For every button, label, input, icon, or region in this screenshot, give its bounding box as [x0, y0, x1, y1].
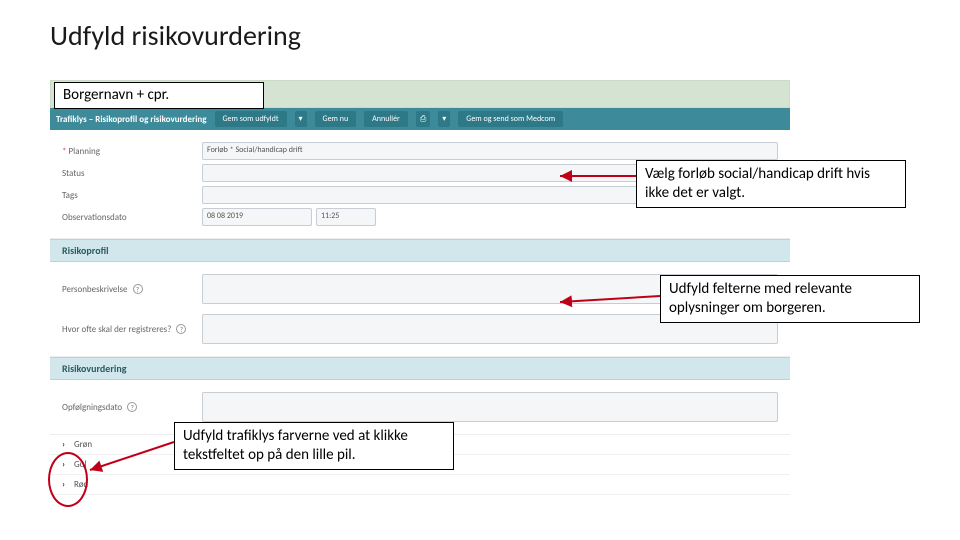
- toolbar-print-button[interactable]: ⎙: [416, 111, 430, 127]
- field-obs-time[interactable]: 11:25: [316, 208, 376, 226]
- label-status: Status: [62, 168, 202, 179]
- toolbar-annuller-button[interactable]: Annullér: [364, 111, 408, 127]
- callout-trafiklys: Udfyld trafiklys farverne ved at klikke …: [174, 422, 454, 470]
- field-opfolgning[interactable]: [202, 392, 778, 422]
- toolbar-dropdown-button[interactable]: ▾: [438, 111, 450, 127]
- section-risikoprofil: Risikoprofil: [50, 239, 790, 262]
- chevron-right-icon: ›: [62, 439, 74, 450]
- toolbar-medcom-button[interactable]: Gem og send som Medcom: [458, 111, 563, 127]
- callout-borgernavn: Borgernavn + cpr.: [54, 82, 264, 109]
- label-personbeskrivelse: Personbeskrivelse ?: [62, 284, 202, 295]
- field-obs-date[interactable]: 08 08 2019: [202, 208, 312, 226]
- help-icon[interactable]: ?: [133, 284, 143, 294]
- label-planning: *Planning: [62, 146, 202, 157]
- toolbar-submit-button[interactable]: Gem som udfyldt: [215, 111, 287, 127]
- chevron-right-icon: ›: [62, 479, 74, 490]
- label-opfolgning: Opfølgningsdato ?: [62, 402, 202, 413]
- expander-rod-label: Rød: [74, 479, 88, 490]
- label-hvorofte: Hvor ofte skal der registreres? ?: [62, 324, 202, 335]
- page-title: Udfyld risikovurdering: [0, 0, 960, 65]
- toolbar-title: Trafiklys – Risikoprofil og risikovurder…: [56, 114, 207, 125]
- help-icon[interactable]: ?: [127, 402, 137, 412]
- field-planning[interactable]: Forløb * Social/handicap drift: [202, 142, 778, 160]
- callout-felter: Udfyld felterne med relevante oplysninge…: [660, 275, 920, 323]
- expander-gul-label: Gul: [74, 459, 86, 470]
- chevron-right-icon: ›: [62, 459, 74, 470]
- toolbar-gem-button[interactable]: Gem nu: [315, 111, 357, 127]
- expander-rod[interactable]: › Rød: [50, 475, 790, 495]
- callout-forlob: Vælg forløb social/handicap drift hvis i…: [636, 160, 906, 208]
- label-obs: Observationsdato: [62, 212, 202, 223]
- toolbar: Trafiklys – Risikoprofil og risikovurder…: [50, 108, 790, 130]
- toolbar-submit-dropdown[interactable]: ▾: [295, 111, 307, 127]
- label-tags: Tags: [62, 190, 202, 201]
- expander-gron-label: Grøn: [74, 439, 92, 450]
- section-risikovurdering: Risikovurdering: [50, 357, 790, 380]
- help-icon[interactable]: ?: [176, 324, 186, 334]
